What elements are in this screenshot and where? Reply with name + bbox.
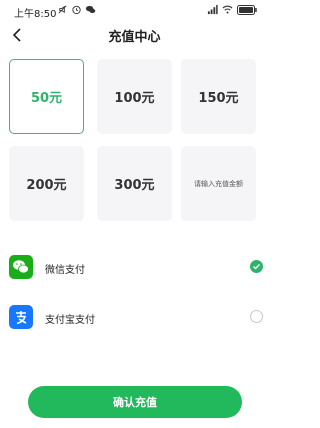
payment-label-alipay: 支付宝支付: [45, 315, 95, 326]
status-right-icons: [207, 4, 257, 15]
custom-amount-input[interactable]: 请输入充值金额: [181, 146, 256, 221]
amount-option-150[interactable]: 150元: [181, 59, 256, 134]
alarm-icon: [72, 5, 81, 15]
mute-icon: [58, 5, 67, 14]
payment-option-wechat[interactable]: 微信支付: [9, 255, 263, 283]
payment-label-wechat: 微信支付: [45, 265, 85, 276]
wechat-pay-icon: [9, 255, 33, 279]
nav-bar: 充值中心: [0, 22, 269, 48]
page-title: 充值中心: [108, 30, 161, 45]
signal-icon: [207, 4, 218, 15]
confirm-recharge-button[interactable]: 确认充值: [28, 386, 242, 418]
radio-checked-icon[interactable]: [250, 260, 263, 273]
radio-unchecked-icon[interactable]: [250, 310, 263, 323]
amount-option-200[interactable]: 200元: [9, 146, 84, 221]
status-left-icons: [57, 4, 96, 15]
battery-icon: [237, 4, 257, 15]
amount-option-100[interactable]: 100元: [97, 59, 172, 134]
alipay-icon: [9, 305, 33, 329]
amount-option-50[interactable]: 50元: [9, 59, 84, 134]
status-bar: 上午8:50: [0, 0, 269, 24]
wechat-notification-icon: [85, 5, 96, 14]
payment-option-alipay[interactable]: 支付宝支付: [9, 305, 263, 333]
amount-option-300[interactable]: 300元: [97, 146, 172, 221]
status-time: 上午8:50: [14, 9, 57, 20]
wifi-icon: [222, 5, 233, 14]
